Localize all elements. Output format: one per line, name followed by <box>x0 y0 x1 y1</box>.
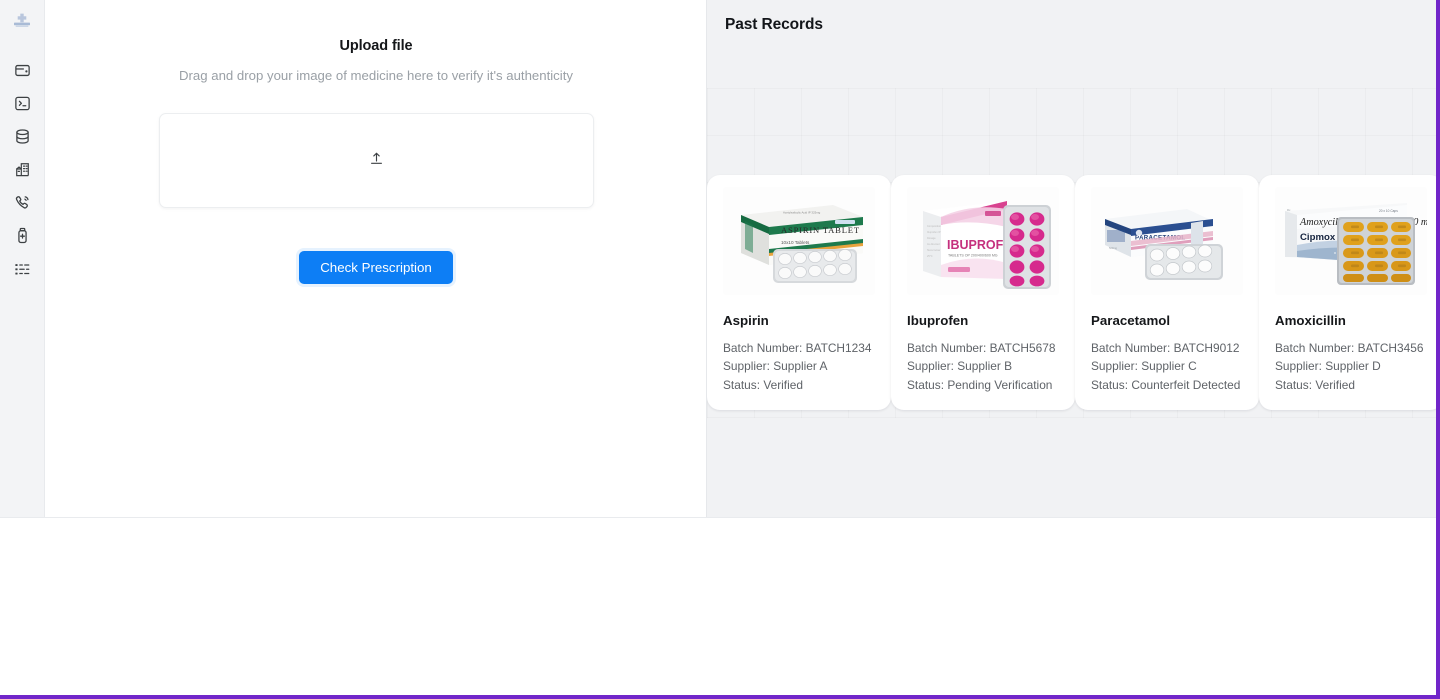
browser-window: Upload file Drag and drop your image of … <box>0 0 1440 699</box>
record-meta: Batch Number: BATCH5678 Supplier: Suppli… <box>907 339 1059 394</box>
record-name: Amoxicillin <box>1275 313 1346 328</box>
record-card-amoxicillin[interactable]: Amoxycillin Capsules IP 500 mg Cipmox 50… <box>1259 175 1436 410</box>
app-shell: Upload file Drag and drop your image of … <box>0 0 1436 517</box>
record-meta: Batch Number: BATCH3456 Supplier: Suppli… <box>1275 339 1427 394</box>
sidebar-item-phone[interactable] <box>7 186 37 219</box>
buildings-icon <box>14 161 31 178</box>
svg-text:500mg: 500mg <box>1109 246 1117 250</box>
record-supplier: Supplier: Supplier B <box>907 359 1013 374</box>
sidebar-item-buildings[interactable] <box>7 153 37 186</box>
upload-instructions: Drag and drop your image of medicine her… <box>179 68 573 83</box>
record-supplier: Supplier: Supplier D <box>1275 359 1381 374</box>
svg-text:Ibuprofen IP: Ibuprofen IP <box>927 231 941 234</box>
svg-text:As directed: As directed <box>927 243 940 246</box>
upload-section: Upload file Drag and drop your image of … <box>45 0 707 284</box>
sidebar-item-database[interactable] <box>7 120 37 153</box>
svg-text:20 x 10 Caps: 20 x 10 Caps <box>1379 209 1398 213</box>
amoxicillin-capsules-box-photo: Amoxycillin Capsules IP 500 mg Cipmox 50… <box>1275 187 1427 295</box>
page-title: Upload file <box>339 38 413 54</box>
page-empty-area <box>0 517 1436 695</box>
record-name: Ibuprofen <box>907 313 969 328</box>
record-card-ibuprofen[interactable]: IBUPROFEN TABLETS OP 200/400/600 MG Comp… <box>891 175 1075 410</box>
record-name: Aspirin <box>723 313 769 328</box>
record-batch: Batch Number: BATCH9012 <box>1091 341 1240 355</box>
database-icon <box>14 128 31 145</box>
svg-text:10x10 Tablets: 10x10 Tablets <box>781 240 810 245</box>
record-supplier: Supplier: Supplier A <box>723 359 828 374</box>
file-dropzone[interactable] <box>158 113 594 208</box>
sidebar-item-list[interactable] <box>7 252 37 285</box>
sidebar-icon-rail <box>0 0 45 517</box>
medical-cross-logo-icon[interactable] <box>10 8 34 32</box>
record-batch: Batch Number: BATCH1234 <box>723 341 872 355</box>
sidebar-item-medicine[interactable] <box>7 219 37 252</box>
list-icon <box>14 262 31 276</box>
svg-text:Dosage: Dosage <box>927 237 936 240</box>
svg-text:Composition: Composition <box>927 225 942 228</box>
record-status: Status: Verified <box>1275 377 1355 392</box>
past-records-panel: Past Records ASPIRIN TABLET 10x10 Tablet… <box>707 0 1436 517</box>
record-name: Paracetamol <box>1091 313 1171 328</box>
record-status: Status: Counterfeit Detected <box>1091 377 1241 392</box>
past-records-list: ASPIRIN TABLET 10x10 Tablets Acetylsalic… <box>707 175 1436 410</box>
upload-panel: Upload file Drag and drop your image of … <box>45 0 707 517</box>
svg-text:ASPIRIN TABLET: ASPIRIN TABLET <box>781 225 860 235</box>
medicine-bottle-icon <box>14 227 31 244</box>
upload-icon <box>369 151 384 171</box>
record-supplier: Supplier: Supplier C <box>1091 359 1197 374</box>
past-records-title: Past Records <box>725 16 823 33</box>
record-card-paracetamol[interactable]: PARACETAMOL 500mg <box>1075 175 1259 410</box>
record-batch: Batch Number: BATCH5678 <box>907 341 1056 355</box>
record-card-aspirin[interactable]: ASPIRIN TABLET 10x10 Tablets Acetylsalic… <box>707 175 891 410</box>
record-batch: Batch Number: BATCH3456 <box>1275 341 1424 355</box>
svg-text:25°C: 25°C <box>927 255 933 258</box>
check-prescription-button[interactable]: Check Prescription <box>299 251 453 284</box>
svg-text:Acetylsalicylic Acid IP 325mg: Acetylsalicylic Acid IP 325mg <box>783 211 821 215</box>
sidebar-item-wallet[interactable] <box>7 54 37 87</box>
sidebar-item-terminal[interactable] <box>7 87 37 120</box>
record-meta: Batch Number: BATCH9012 Supplier: Suppli… <box>1091 339 1243 394</box>
record-status: Status: Verified <box>723 377 803 392</box>
wallet-icon <box>14 62 31 79</box>
svg-text:Store below: Store below <box>927 249 940 252</box>
aspirin-tablet-box-photo: ASPIRIN TABLET 10x10 Tablets Acetylsalic… <box>723 187 875 295</box>
ibuprofen-tablet-box-photo: IBUPROFEN TABLETS OP 200/400/600 MG Comp… <box>907 187 1059 295</box>
terminal-icon <box>14 95 31 112</box>
record-meta: Batch Number: BATCH1234 Supplier: Suppli… <box>723 339 875 394</box>
svg-text:Rx: Rx <box>1287 208 1291 212</box>
svg-text:TABLETS OP 200/400/600 MG: TABLETS OP 200/400/600 MG <box>948 254 998 258</box>
paracetamol-tablet-box-photo: PARACETAMOL 500mg <box>1091 187 1243 295</box>
phone-call-icon <box>14 194 31 211</box>
record-status: Status: Pending Verification <box>907 377 1053 392</box>
